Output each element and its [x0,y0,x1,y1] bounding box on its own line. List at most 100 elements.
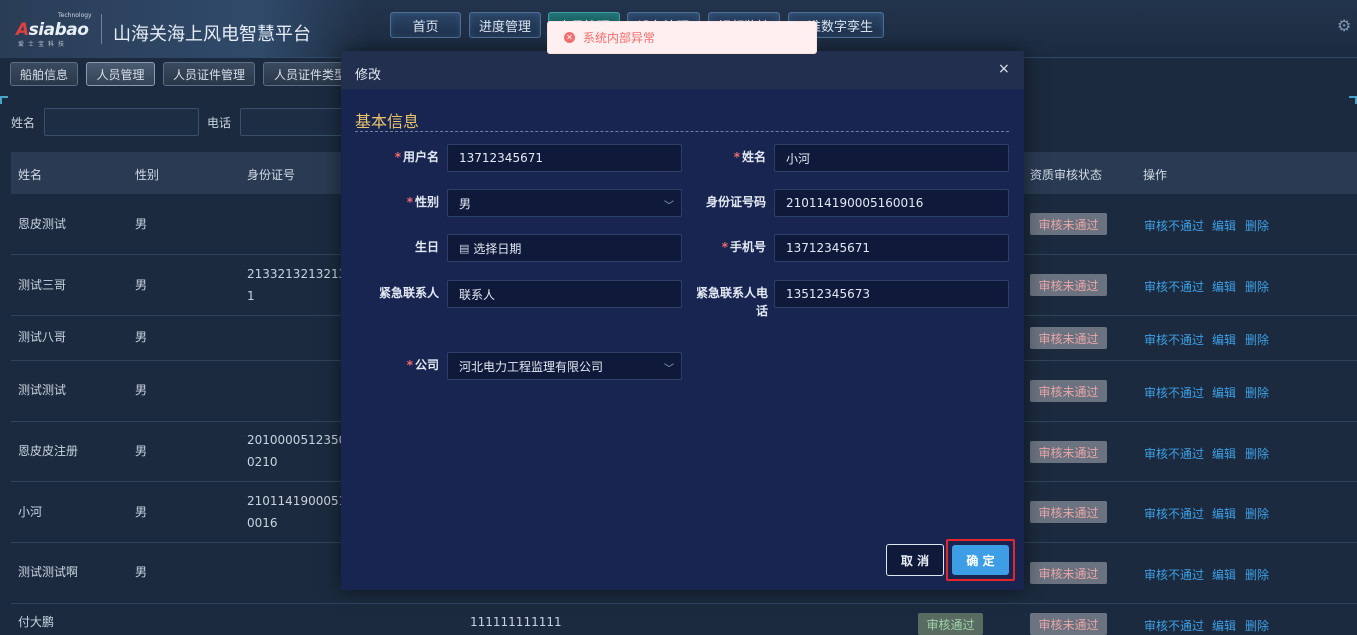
reject-link[interactable]: 审核不通过 [1144,384,1204,401]
dialog-header: 修改 × [341,51,1024,89]
row-name: 恩皮测试 [18,217,67,231]
edit-link[interactable]: 编辑 [1212,445,1236,462]
delete-link[interactable]: 删除 [1245,278,1269,295]
delete-link[interactable]: 删除 [1245,445,1269,462]
status-badge: 审核未通过 [1030,441,1107,463]
close-icon[interactable]: × [998,61,1010,77]
filter-name-label: 姓名 [11,116,36,130]
emergency-contact-label: 紧急联系人 [378,286,439,300]
row-id-line2: 0016 [247,516,278,530]
row-gender: 男 [135,383,148,397]
name-input[interactable]: 小河 [774,144,1009,172]
row-gender: 男 [135,330,148,344]
status-badge: 审核未通过 [1030,562,1107,584]
mobile-input[interactable]: 13712345671 [774,234,1009,262]
delete-link[interactable]: 删除 [1245,566,1269,583]
edit-link[interactable]: 编辑 [1212,617,1236,634]
company-logo: Technology Asiabao 爱士宝科技 [14,12,94,48]
nav-progress[interactable]: 进度管理 [469,12,541,38]
row-id-line2: 1 [247,289,255,303]
status-badge: 审核未通过 [1030,213,1107,235]
edit-link[interactable]: 编辑 [1212,217,1236,234]
row-name: 测试测试 [18,383,67,397]
confirm-button[interactable]: 确 定 [952,545,1009,575]
logo-brand: Asiabao [16,20,89,40]
status-badge: 审核未通过 [1030,501,1107,523]
delete-link[interactable]: 删除 [1245,505,1269,522]
subnav-cert-manage[interactable]: 人员证件管理 [163,62,255,86]
error-icon: ✕ [564,32,575,43]
birthday-picker[interactable]: ▤ 选择日期 [447,234,682,262]
user-icon[interactable]: ⚙ [1337,16,1351,36]
delete-link[interactable]: 删除 [1245,331,1269,348]
idcard-input[interactable]: 210114190005160016 [774,189,1009,217]
status-badge: 审核未通过 [1030,380,1107,402]
row-name: 测试八哥 [18,330,67,344]
edit-dialog: 修改 × 基本信息 * 用户名 13712345671 * 姓名 小河 * 性别 男 … [341,51,1024,590]
name-label: * 姓名 [733,150,766,164]
row-name: 测试测试啊 [18,565,79,579]
edit-link[interactable]: 编辑 [1212,384,1236,401]
filter-name-input[interactable] [44,108,199,136]
reject-link[interactable]: 审核不通过 [1144,505,1204,522]
col-name: 姓名 [18,168,43,182]
delete-link[interactable]: 删除 [1245,384,1269,401]
reject-link[interactable]: 审核不通过 [1144,445,1204,462]
logo-area: Technology Asiabao 爱士宝科技 山海关海上风电智慧平台 [0,0,370,58]
toast-message: 系统内部异常 [583,31,656,45]
status-badge: 审核未通过 [1030,613,1107,635]
company-select[interactable]: 河北电力工程监理有限公司 ﹀ [447,352,682,380]
edit-link[interactable]: 编辑 [1212,278,1236,295]
gender-select[interactable]: 男 ﹀ [447,189,682,217]
reject-link[interactable]: 审核不通过 [1144,617,1204,634]
row-id-partial: 111111111111 [470,615,562,629]
reject-link[interactable]: 审核不通过 [1144,278,1204,295]
reject-link[interactable]: 审核不通过 [1144,217,1204,234]
edit-link[interactable]: 编辑 [1212,566,1236,583]
logo-separator [101,14,102,44]
logo-tech: Technology [58,12,92,19]
username-input[interactable]: 13712345671 [447,144,682,172]
frame-corner-left [0,96,8,104]
reject-link[interactable]: 审核不通过 [1144,566,1204,583]
delete-link[interactable]: 删除 [1245,217,1269,234]
subnav-ship-info[interactable]: 船舶信息 [10,62,78,86]
row-id-line2: 0210 [247,455,278,469]
chevron-down-icon: ﹀ [664,364,674,375]
ok-button-highlight: 确 定 [946,539,1015,581]
col-qual-status: 资质审核状态 [1030,168,1103,182]
row-name: 测试三哥 [18,278,67,292]
logo-sub: 爱士宝科技 [18,41,69,48]
row-gender: 男 [135,505,148,519]
row-id-line1: 20100005123501 [247,433,354,447]
edit-link[interactable]: 编辑 [1212,331,1236,348]
company-label: * 公司 [406,358,439,372]
row-gender: 男 [135,278,148,292]
col-gender: 性别 [135,168,160,182]
cancel-button[interactable]: 取 消 [886,544,944,576]
birthday-label: 生日 [414,240,439,254]
section-title: 基本信息 [355,112,420,131]
nav-home[interactable]: 首页 [390,12,461,38]
username-label: * 用户名 [394,150,439,164]
emergency-contact-input[interactable]: 联系人 [447,280,682,308]
emergency-phone-input[interactable]: 13512345673 [774,280,1009,308]
mobile-label: * 手机号 [721,240,766,254]
chevron-down-icon: ﹀ [664,201,674,212]
row-gender: 男 [135,444,148,458]
calendar-icon: ▤ [459,241,470,255]
app-title: 山海关海上风电智慧平台 [113,24,311,45]
cert-status-badge: 审核通过 [918,613,983,635]
idcard-label: 身份证号码 [705,195,766,209]
reject-link[interactable]: 审核不通过 [1144,331,1204,348]
error-toast: ✕ 系统内部异常 [547,21,817,54]
status-badge: 审核未通过 [1030,327,1107,349]
row-id-line1: 21332132132132 [247,267,354,281]
row-name: 恩皮皮注册 [18,444,79,458]
row-id-line1: 21011419000516 [247,494,354,508]
filter-phone-input[interactable] [240,108,350,136]
edit-link[interactable]: 编辑 [1212,505,1236,522]
section-divider [355,131,1009,132]
subnav-personnel[interactable]: 人员管理 [86,62,155,86]
delete-link[interactable]: 删除 [1245,617,1269,634]
